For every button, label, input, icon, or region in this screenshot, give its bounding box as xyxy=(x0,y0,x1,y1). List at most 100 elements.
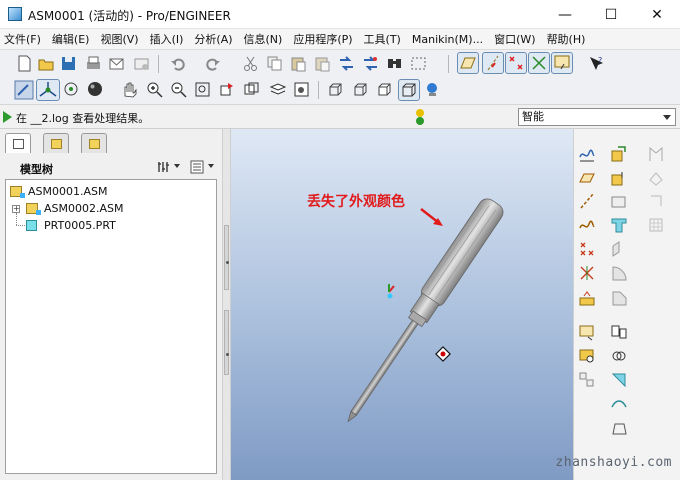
rib-icon[interactable] xyxy=(610,240,628,258)
menu-help[interactable]: 帮助(H) xyxy=(547,31,586,47)
refit-icon[interactable] xyxy=(194,81,211,98)
zoom-out-icon[interactable] xyxy=(170,81,187,98)
draft-icon[interactable] xyxy=(647,169,665,187)
datum-plane-display-icon[interactable] xyxy=(457,52,479,74)
paste-special-icon[interactable] xyxy=(314,55,331,72)
select-box-icon[interactable] xyxy=(410,55,427,72)
appearance-sphere-icon[interactable] xyxy=(87,81,104,98)
screwdriver-model[interactable] xyxy=(337,195,506,428)
enhanced-realism-icon[interactable] xyxy=(424,81,441,98)
hidden-line-icon[interactable] xyxy=(352,81,369,98)
assemble-component-icon[interactable] xyxy=(578,323,596,341)
reorient-icon[interactable] xyxy=(218,81,235,98)
layers-icon[interactable] xyxy=(269,81,286,98)
paste-icon[interactable] xyxy=(290,55,307,72)
model-viewport[interactable] xyxy=(231,129,573,480)
menu-tools[interactable]: 工具(T) xyxy=(364,31,401,47)
datum-axis-tool-icon[interactable] xyxy=(578,192,596,210)
datum-point-tool-icon[interactable] xyxy=(578,240,596,258)
chamfer-icon[interactable] xyxy=(610,289,628,307)
csys-tool-icon[interactable] xyxy=(578,264,596,282)
send-attachment-icon[interactable] xyxy=(133,55,150,72)
sweep-icon[interactable] xyxy=(610,192,628,210)
panel-splitter[interactable] xyxy=(222,129,231,480)
sketch-tool-icon[interactable] xyxy=(578,145,596,163)
csys-display-icon[interactable] xyxy=(528,52,550,74)
trim-icon[interactable] xyxy=(610,371,628,389)
menu-info[interactable]: 信息(N) xyxy=(244,31,283,47)
save-icon[interactable] xyxy=(60,55,77,72)
assembly-icon xyxy=(10,186,25,198)
thicken-icon[interactable] xyxy=(647,192,665,210)
repaint-icon[interactable] xyxy=(14,80,34,100)
expand-icon[interactable]: + xyxy=(12,205,20,213)
redo-icon[interactable] xyxy=(204,55,221,72)
merge-icon[interactable] xyxy=(610,347,628,365)
menu-view[interactable]: 视图(V) xyxy=(100,31,138,47)
wireframe-icon[interactable] xyxy=(327,81,344,98)
regenerate-icon[interactable] xyxy=(338,55,355,72)
tab-folder-browser[interactable] xyxy=(43,133,69,153)
spin-center-marker xyxy=(435,346,451,362)
maximize-button[interactable]: ☐ xyxy=(588,0,634,29)
offset-icon[interactable] xyxy=(610,395,628,413)
saved-views-icon[interactable] xyxy=(243,81,260,98)
regen-manager-icon[interactable] xyxy=(362,55,379,72)
new-file-icon[interactable] xyxy=(16,55,33,72)
round-icon[interactable] xyxy=(610,264,628,282)
cut-icon[interactable] xyxy=(242,55,259,72)
splitter-handle-bottom[interactable] xyxy=(224,310,229,375)
boundary-blend-icon[interactable] xyxy=(610,419,628,437)
open-file-icon[interactable] xyxy=(38,55,55,72)
no-hidden-icon[interactable] xyxy=(376,81,393,98)
chevron-down-icon[interactable] xyxy=(174,164,180,168)
tree-item-label: PRT0005.PRT xyxy=(44,219,116,232)
menu-window[interactable]: 窗口(W) xyxy=(494,31,535,47)
menu-analysis[interactable]: 分析(A) xyxy=(194,31,232,47)
extrude-icon[interactable] xyxy=(610,145,628,163)
context-help-icon[interactable]: ? xyxy=(588,55,605,72)
pan-hand-icon[interactable] xyxy=(121,81,138,98)
datum-plane-tool-icon[interactable] xyxy=(578,169,596,187)
datum-axis-display-icon[interactable] xyxy=(482,52,504,74)
revolve-icon[interactable] xyxy=(610,169,628,187)
annotation-display-icon[interactable] xyxy=(551,52,573,74)
tree-columns-icon[interactable] xyxy=(189,159,205,175)
close-button[interactable]: ✕ xyxy=(634,0,680,29)
orient-mode-icon[interactable] xyxy=(63,81,80,98)
spin-center-icon[interactable] xyxy=(36,79,60,101)
view-manager-icon[interactable] xyxy=(293,81,310,98)
model-tree-title: 模型树 xyxy=(20,163,53,176)
send-mail-icon[interactable] xyxy=(108,55,125,72)
tab-favorites[interactable] xyxy=(81,133,107,153)
menu-file[interactable]: 文件(F) xyxy=(4,31,41,47)
datum-curve-tool-icon[interactable] xyxy=(578,216,596,234)
menu-edit[interactable]: 编辑(E) xyxy=(52,31,90,47)
menu-insert[interactable]: 插入(I) xyxy=(150,31,184,47)
chevron-down-icon[interactable] xyxy=(208,164,214,168)
find-icon[interactable] xyxy=(386,55,403,72)
zoom-in-icon[interactable] xyxy=(146,81,163,98)
app-logo-icon xyxy=(8,7,22,21)
point-display-icon[interactable] xyxy=(505,52,527,74)
mirror-icon[interactable] xyxy=(610,323,628,341)
feature-toolbar xyxy=(573,129,680,480)
analysis-feature-icon[interactable] xyxy=(578,289,596,307)
splitter-handle-top[interactable] xyxy=(224,225,229,290)
minimize-button[interactable]: — xyxy=(542,0,588,29)
graphics-window[interactable]: 丢失了外观颜色 xyxy=(231,129,573,480)
create-component-icon[interactable] xyxy=(578,347,596,365)
undo-icon[interactable] xyxy=(170,55,187,72)
pattern-icon[interactable] xyxy=(578,371,596,389)
menu-applications[interactable]: 应用程序(P) xyxy=(293,31,352,47)
menu-manikin[interactable]: Manikin(M)... xyxy=(412,33,483,46)
shading-icon[interactable] xyxy=(398,79,420,101)
solidify-icon[interactable] xyxy=(647,216,665,234)
selection-filter-dropdown[interactable]: 智能 xyxy=(518,108,676,126)
shell-icon[interactable] xyxy=(610,216,628,234)
copy-icon[interactable] xyxy=(266,55,283,72)
hole-icon[interactable] xyxy=(647,145,665,163)
print-icon[interactable] xyxy=(85,55,102,72)
tree-settings-icon[interactable] xyxy=(156,159,172,175)
tab-model-tree[interactable] xyxy=(5,133,31,153)
